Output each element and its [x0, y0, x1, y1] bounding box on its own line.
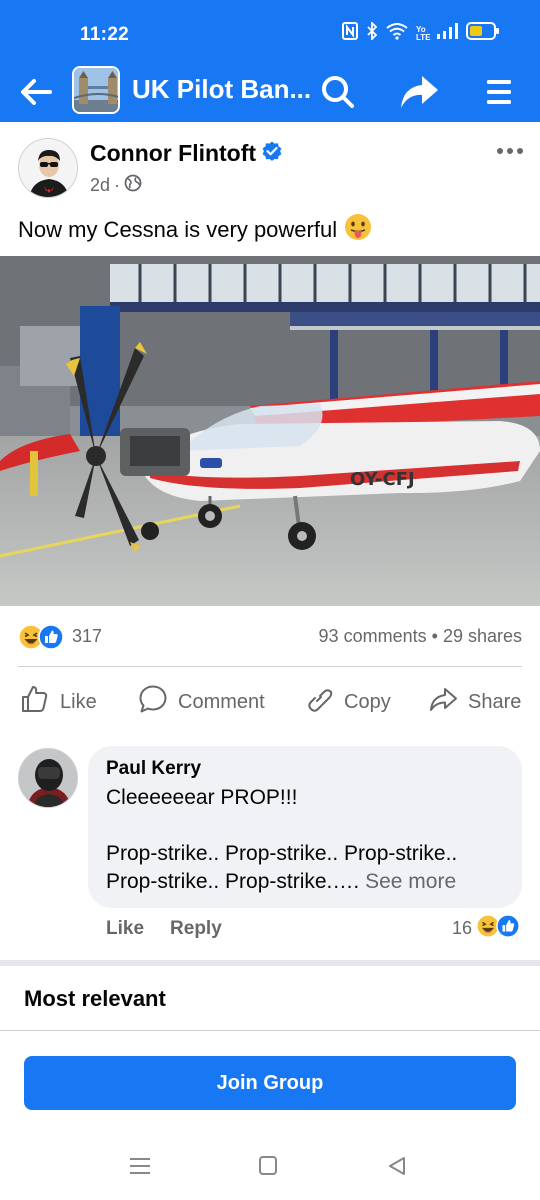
comment-like-button[interactable]: Like	[106, 918, 144, 940]
like-reaction-icon	[496, 914, 520, 943]
post-actions: Like Comment Copy Share	[0, 680, 540, 724]
comment-label: Comment	[178, 690, 265, 713]
comment-bubble-icon	[138, 684, 168, 720]
group-title[interactable]: UK Pilot Ban...	[132, 74, 311, 105]
divider	[18, 666, 522, 667]
battery-icon	[466, 22, 500, 45]
comment-actions: Like Reply	[106, 918, 222, 940]
comment-line-3-wrap: Prop-strike.. Prop-strike.…. See more	[106, 868, 504, 896]
tongue-emoji-icon	[343, 212, 373, 248]
volte-icon: Yo LTE	[416, 24, 431, 42]
nfc-icon	[342, 22, 358, 45]
divider	[0, 1030, 540, 1031]
section-separator	[0, 960, 540, 966]
status-icons: Yo LTE	[342, 20, 500, 45]
reaction-emojis[interactable]	[18, 624, 64, 655]
copy-button[interactable]: Copy	[304, 680, 391, 724]
comment-body: Prop-strike.. Prop-strike.. Prop-strike.…	[106, 840, 504, 896]
share-button[interactable]: Share	[428, 680, 521, 724]
comment-bubble[interactable]: Paul Kerry Cleeeeeear PROP!!! Prop-strik…	[88, 746, 522, 908]
status-time: 11:22	[80, 24, 130, 45]
see-more-link[interactable]: See more	[365, 870, 456, 893]
menu-icon[interactable]	[478, 72, 520, 112]
post-time[interactable]: 2d	[90, 175, 110, 196]
more-options-icon[interactable]	[496, 144, 524, 156]
back-arrow-icon[interactable]	[16, 72, 56, 112]
bluetooth-icon	[366, 20, 378, 45]
meta-separator: ·	[114, 175, 121, 195]
group-thumbnail[interactable]	[72, 66, 120, 114]
comment-reply-button[interactable]: Reply	[170, 918, 222, 940]
stats-dot: •	[431, 626, 438, 646]
recents-menu-icon[interactable]	[126, 1154, 154, 1178]
status-bar: 11:22 Yo LTE	[0, 0, 540, 62]
share-arrow-icon	[428, 684, 458, 720]
commenter-name[interactable]: Paul Kerry	[106, 758, 504, 780]
post-header: Connor Flintoft 2d ·	[0, 122, 540, 212]
share-forward-icon[interactable]	[398, 72, 440, 112]
app-bar: UK Pilot Ban...	[0, 62, 540, 122]
post-meta: 2d ·	[90, 174, 142, 197]
commenter-avatar[interactable]	[18, 748, 78, 808]
reactions-row: 317 93 comments • 29 shares	[0, 620, 540, 656]
comment-line-2: Prop-strike.. Prop-strike.. Prop-strike.…	[106, 842, 458, 865]
cessna-hangar-illustration: OY-CFJ	[0, 256, 540, 606]
post-text: Now my Cessna is very powerful	[18, 212, 373, 248]
home-square-icon[interactable]	[254, 1154, 282, 1178]
author-avatar[interactable]	[18, 138, 78, 198]
comment-line-3: Prop-strike.. Prop-strike.….	[106, 870, 360, 893]
shares-count[interactable]: 29 shares	[443, 626, 522, 646]
post-stats: 93 comments • 29 shares	[319, 626, 522, 647]
share-label: Share	[468, 690, 522, 713]
globe-icon	[124, 174, 142, 197]
wifi-icon	[386, 22, 408, 45]
back-triangle-icon[interactable]	[384, 1154, 412, 1178]
like-button[interactable]: Like	[20, 680, 97, 724]
comment-line-1: Cleeeeeear PROP!!!	[106, 786, 298, 809]
comment-reaction-count: 16	[451, 918, 472, 938]
comment-reactions[interactable]: 16	[452, 914, 520, 943]
link-icon	[304, 684, 334, 720]
verified-badge-icon	[262, 140, 282, 167]
reaction-count[interactable]: 317	[72, 626, 102, 647]
author-name[interactable]: Connor Flintoft	[90, 140, 282, 167]
photo-registration-text: OY-CFJ	[350, 469, 415, 490]
comment-sort-label[interactable]: Most relevant	[24, 986, 166, 1012]
signal-icon	[436, 23, 458, 44]
comment-button[interactable]: Comment	[138, 680, 265, 724]
system-nav-bar	[0, 1130, 540, 1200]
copy-label: Copy	[344, 690, 391, 713]
like-reaction-icon	[38, 624, 64, 655]
post-text-content: Now my Cessna is very powerful	[18, 217, 338, 242]
author-name-text[interactable]: Connor Flintoft	[90, 140, 256, 167]
thumbs-up-icon	[20, 684, 50, 720]
post-photo[interactable]: OY-CFJ	[0, 256, 540, 606]
comments-count[interactable]: 93 comments	[319, 626, 427, 646]
join-group-button[interactable]: Join Group	[24, 1056, 516, 1110]
like-label: Like	[60, 690, 97, 713]
search-icon[interactable]	[318, 72, 358, 112]
